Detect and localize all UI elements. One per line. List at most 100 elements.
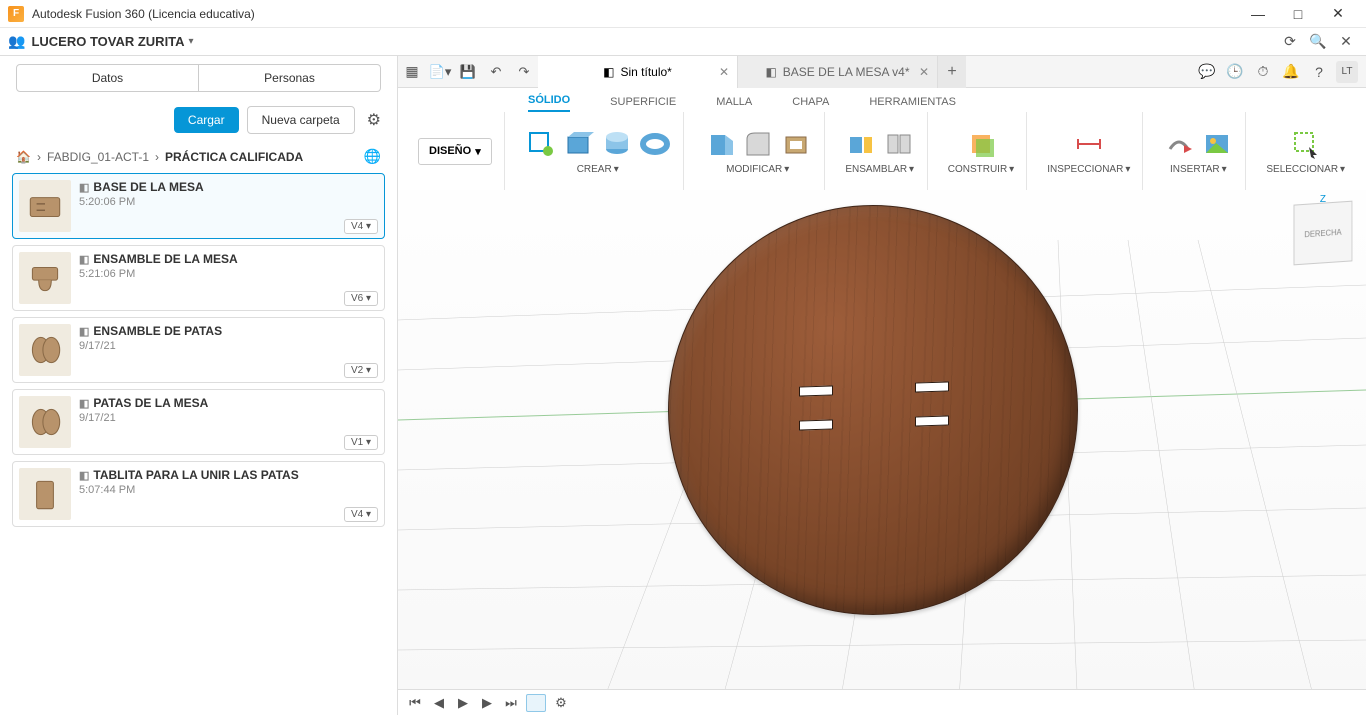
gear-icon[interactable]: ⚙ [367, 110, 381, 130]
help-icon[interactable]: ? [1308, 61, 1330, 83]
viewcube[interactable]: DERECHA [1294, 201, 1353, 266]
breadcrumb-current[interactable]: PRÁCTICA CALIFICADA [165, 150, 303, 164]
cube-icon: ◧ [603, 65, 614, 79]
minimize-button[interactable]: — [1238, 0, 1278, 28]
joint-icon[interactable] [883, 128, 915, 160]
ribbon-tab-mesh[interactable]: MALLA [716, 96, 752, 112]
close-tab-icon[interactable]: ✕ [919, 65, 929, 79]
close-tab-icon[interactable]: ✕ [719, 65, 729, 79]
user-avatar[interactable]: LT [1336, 61, 1358, 83]
data-item[interactable]: ◧TABLITA PARA LA UNIR LAS PATAS 5:07:44 … [12, 461, 385, 527]
item-title: ENSAMBLE DE PATAS [93, 324, 222, 338]
search-button[interactable]: 🔍 [1306, 30, 1330, 54]
ribbon-tab-tools[interactable]: HERRAMIENTAS [869, 96, 956, 112]
group-insert[interactable]: INSERTAR ▾ [1170, 164, 1227, 175]
globe-icon[interactable]: 🌐 [364, 148, 381, 165]
timeline: ⏮ ◀ ▶ ▶ ⏭ ⚙ [398, 689, 1366, 715]
tab-data[interactable]: Datos [16, 64, 199, 92]
item-meta: 9/17/21 [79, 340, 378, 352]
group-modify[interactable]: MODIFICAR ▾ [726, 164, 789, 175]
close-button[interactable]: ✕ [1318, 0, 1358, 28]
thumbnail-icon [19, 468, 71, 520]
insert-derive-icon[interactable] [1163, 128, 1195, 160]
version-badge[interactable]: V4 ▾ [344, 219, 378, 234]
construct-icon[interactable] [965, 128, 997, 160]
revolve-icon[interactable] [639, 128, 671, 160]
timeline-fwd-icon[interactable]: ▶ [478, 695, 496, 711]
model-disc[interactable] [668, 205, 1078, 615]
thumbnail-icon [19, 180, 71, 232]
cube-icon: ◧ [79, 469, 89, 482]
version-badge[interactable]: V4 ▾ [344, 507, 378, 522]
app-logo-icon: F [8, 6, 24, 22]
maximize-button[interactable]: □ [1278, 0, 1318, 28]
timeline-start-icon[interactable]: ⏮ [406, 695, 424, 711]
timeline-feature[interactable] [526, 694, 546, 712]
document-tab-active[interactable]: ◧ Sin título* ✕ [538, 56, 738, 88]
timeline-play-icon[interactable]: ▶ [454, 695, 472, 711]
extensions-icon[interactable]: 💬 [1196, 61, 1218, 83]
redo-button[interactable]: ↷ [510, 64, 538, 80]
window-titlebar: F Autodesk Fusion 360 (Licencia educativ… [0, 0, 1366, 28]
close-panel-button[interactable]: ✕ [1334, 30, 1358, 54]
data-item[interactable]: ◧ENSAMBLE DE LA MESA 5:21:06 PM V6 ▾ [12, 245, 385, 311]
fillet-icon[interactable] [742, 128, 774, 160]
notifications-icon[interactable]: 🔔 [1280, 61, 1302, 83]
team-icon: 👥 [8, 33, 25, 50]
group-create[interactable]: CREAR ▾ [577, 164, 619, 175]
extrude-icon[interactable] [601, 128, 633, 160]
new-tab-button[interactable]: + [938, 56, 966, 88]
data-item[interactable]: ◧ENSAMBLE DE PATAS 9/17/21 V2 ▾ [12, 317, 385, 383]
document-tab[interactable]: ◧ BASE DE LA MESA v4* ✕ [738, 56, 938, 88]
ribbon-tabs: SÓLIDO SUPERFICIE MALLA CHAPA HERRAMIENT… [398, 88, 1366, 112]
tab-people[interactable]: Personas [199, 64, 381, 92]
version-badge[interactable]: V2 ▾ [344, 363, 378, 378]
box-icon[interactable] [563, 128, 595, 160]
sketch-icon[interactable] [525, 128, 557, 160]
workspace: ▦ 📄▾ 💾 ↶ ↷ ◧ Sin título* ✕ ◧ BASE DE LA … [398, 56, 1366, 715]
item-meta: 5:20:06 PM [79, 196, 378, 208]
data-item[interactable]: ◧PATAS DE LA MESA 9/17/21 V1 ▾ [12, 389, 385, 455]
refresh-button[interactable]: ⟳ [1278, 30, 1302, 54]
inspect-icon[interactable] [1073, 128, 1105, 160]
group-inspect[interactable]: INSPECCIONAR ▾ [1047, 164, 1130, 175]
undo-button[interactable]: ↶ [482, 64, 510, 80]
ribbon-tab-sheet[interactable]: CHAPA [792, 96, 829, 112]
timeline-back-icon[interactable]: ◀ [430, 695, 448, 711]
ribbon-tab-solid[interactable]: SÓLIDO [528, 94, 570, 112]
model-slot [799, 385, 833, 396]
home-icon[interactable]: 🏠 [16, 150, 31, 164]
insert-image-icon[interactable] [1201, 128, 1233, 160]
team-name[interactable]: LUCERO TOVAR ZURITA [31, 34, 184, 49]
app-grid-icon[interactable]: ▦ [398, 63, 426, 80]
ribbon-toolbar: DISEÑO ▾ CREAR ▾ [398, 112, 1366, 190]
cube-icon: ◧ [79, 397, 89, 410]
job-status-icon[interactable]: 🕒 [1224, 61, 1246, 83]
timeline-settings-icon[interactable]: ⚙ [552, 695, 570, 711]
version-badge[interactable]: V6 ▾ [344, 291, 378, 306]
chevron-down-icon[interactable]: ▾ [189, 36, 194, 47]
data-item[interactable]: ◧BASE DE LA MESA 5:20:06 PM V4 ▾ [12, 173, 385, 239]
breadcrumb: 🏠 › FABDIG_01-ACT-1 › PRÁCTICA CALIFICAD… [0, 140, 397, 173]
upload-button[interactable]: Cargar [174, 107, 239, 133]
group-construct[interactable]: CONSTRUIR ▾ [948, 164, 1014, 175]
window-title: Autodesk Fusion 360 (Licencia educativa) [32, 7, 255, 21]
version-badge[interactable]: V1 ▾ [344, 435, 378, 450]
save-button[interactable]: 💾 [454, 64, 482, 80]
select-icon[interactable] [1290, 128, 1322, 160]
breadcrumb-folder[interactable]: FABDIG_01-ACT-1 [47, 150, 149, 164]
thumbnail-icon [19, 324, 71, 376]
ribbon-tab-surface[interactable]: SUPERFICIE [610, 96, 676, 112]
viewport[interactable]: Z DERECHA ⏮ ◀ ▶ ▶ ⏭ ⚙ [398, 190, 1366, 715]
assemble-icon[interactable] [845, 128, 877, 160]
clock-icon[interactable]: ⏱ [1252, 61, 1274, 83]
thumbnail-icon [19, 396, 71, 448]
timeline-end-icon[interactable]: ⏭ [502, 695, 520, 711]
workspace-switcher[interactable]: DISEÑO ▾ [418, 138, 492, 165]
group-select[interactable]: SELECCIONAR ▾ [1266, 164, 1345, 175]
presspull-icon[interactable] [704, 128, 736, 160]
shell-icon[interactable] [780, 128, 812, 160]
file-menu[interactable]: 📄▾ [426, 64, 454, 80]
new-folder-button[interactable]: Nueva carpeta [247, 106, 355, 134]
group-assemble[interactable]: ENSAMBLAR ▾ [845, 164, 914, 175]
